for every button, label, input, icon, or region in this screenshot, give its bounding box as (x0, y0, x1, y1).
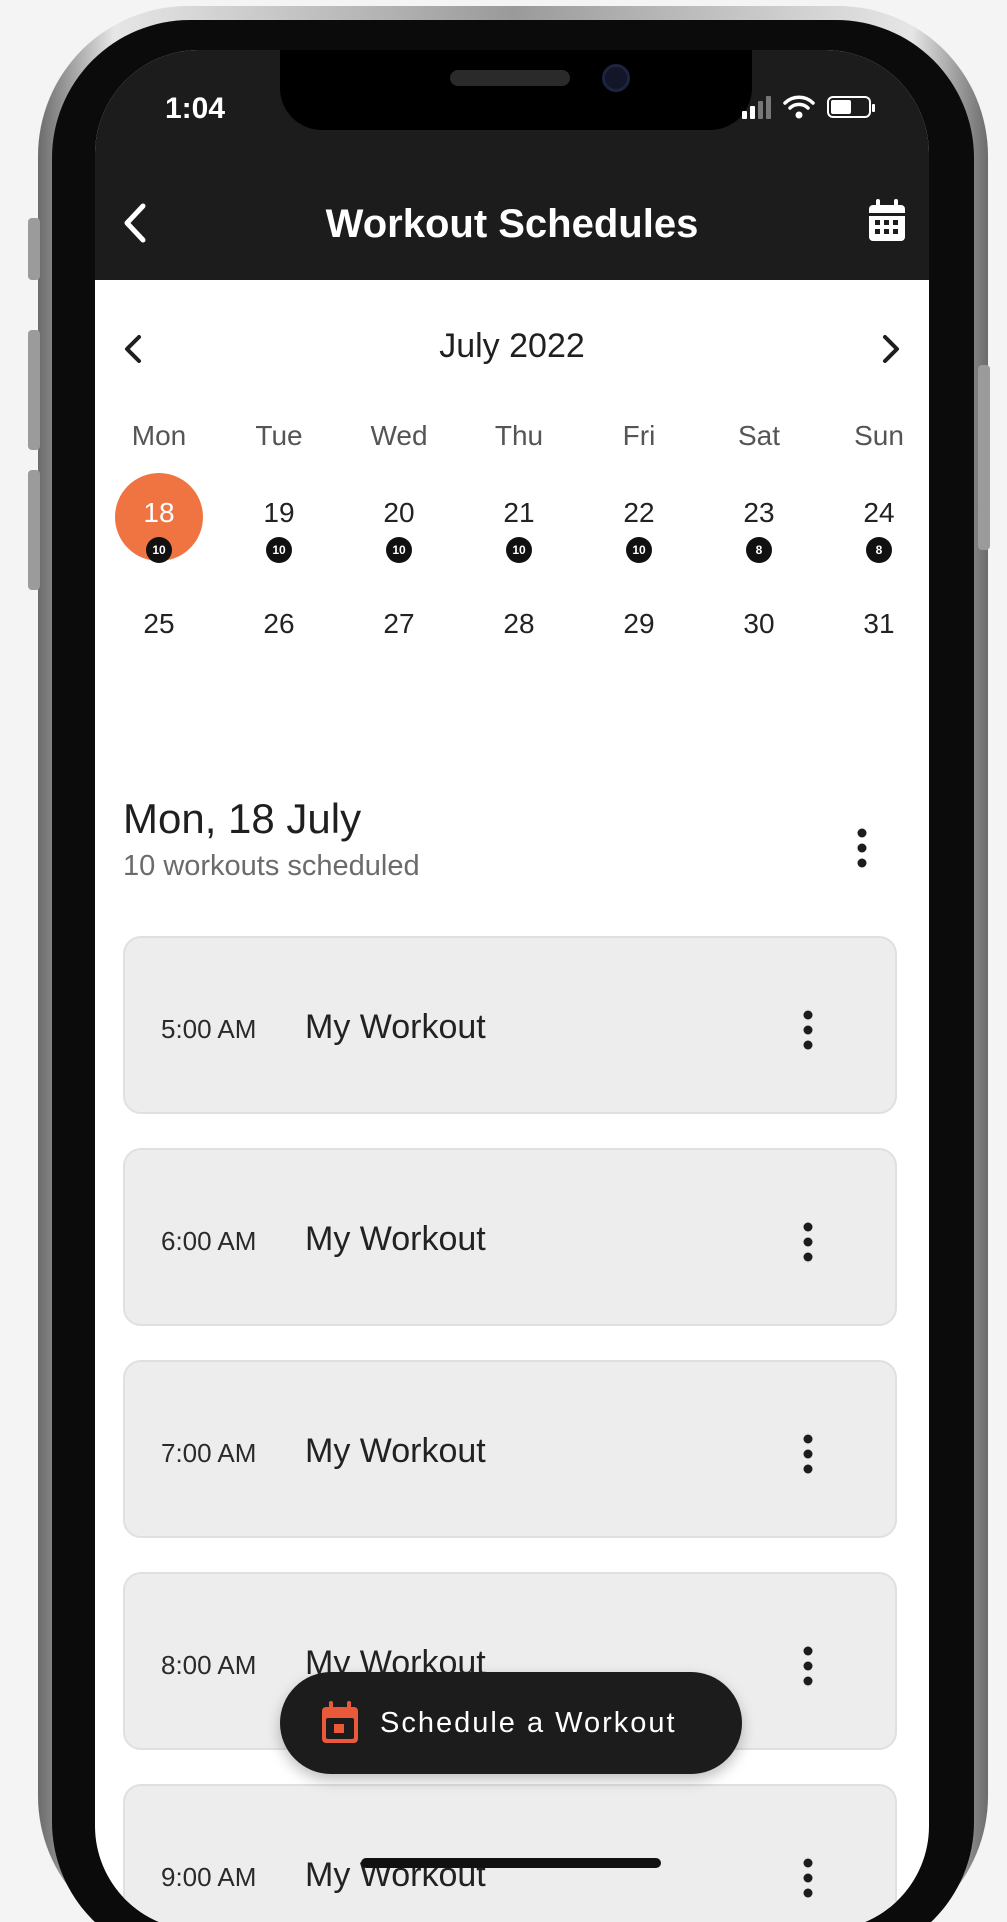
selected-day-title: Mon, 18 July (123, 795, 362, 842)
calendar-day[interactable]: 18 (99, 497, 219, 529)
weekday-label: Fri (622, 420, 656, 451)
speaker (450, 70, 570, 86)
cellular-signal-icon (742, 95, 771, 119)
workout-time: 6:00 AM (161, 1226, 257, 1256)
workout-card[interactable]: 9:00 AM My Workout (123, 1784, 897, 1922)
calendar-day[interactable]: 19 (219, 497, 339, 529)
workout-count-badge: 8 (866, 537, 892, 563)
wifi-icon (783, 95, 815, 119)
calendar-day[interactable]: 28 (459, 608, 579, 640)
mute-switch (28, 218, 40, 280)
schedule-workout-button[interactable]: Schedule a Workout (280, 1672, 742, 1774)
battery-icon (827, 96, 875, 118)
workout-card[interactable]: 7:00 AM My Workout (123, 1360, 897, 1538)
workout-card[interactable]: 6:00 AM My Workout (123, 1148, 897, 1326)
workout-card[interactable]: 5:00 AM My Workout (123, 936, 897, 1114)
workout-time: 9:00 AM (161, 1862, 257, 1892)
workout-name: My Workout (305, 1008, 486, 1046)
workout-options-kebab-icon[interactable] (801, 1008, 815, 1052)
workout-options-kebab-icon[interactable] (801, 1220, 815, 1264)
workout-time: 8:00 AM (161, 1650, 257, 1680)
workout-count-subtitle: 10 workouts scheduled (123, 850, 420, 882)
calendar-day[interactable]: 22 (579, 497, 699, 529)
next-month-chevron-icon[interactable] (875, 331, 905, 367)
workout-count-badge: 10 (266, 537, 292, 563)
calendar-day[interactable]: 23 (699, 497, 819, 529)
workout-name: My Workout (305, 1432, 486, 1470)
weekday-label: Wed (370, 420, 428, 451)
front-camera (602, 64, 630, 92)
month-label: July 2022 (439, 327, 585, 365)
schedule-workout-label: Schedule a Workout (380, 1706, 677, 1739)
calendar-day[interactable]: 25 (99, 608, 219, 640)
volume-down-button (28, 470, 40, 590)
workout-count-badge: 8 (746, 537, 772, 563)
workout-count-badge: 10 (386, 537, 412, 563)
calendar-day[interactable]: 24 (819, 497, 929, 529)
home-indicator[interactable] (361, 1858, 661, 1868)
weekday-label: Sat (737, 420, 781, 451)
calendar-icon[interactable] (865, 196, 909, 246)
calendar-day[interactable]: 21 (459, 497, 579, 529)
calendar-day[interactable]: 20 (339, 497, 459, 529)
month-navigation: July 2022 (95, 325, 929, 375)
calendar-day[interactable]: 26 (219, 608, 339, 640)
notch (280, 50, 752, 130)
workout-options-kebab-icon[interactable] (801, 1856, 815, 1900)
workout-count-badge: 10 (506, 537, 532, 563)
status-indicators (742, 94, 875, 120)
calendar-day[interactable]: 30 (699, 608, 819, 640)
page-title: Workout Schedules (325, 202, 699, 246)
power-button (978, 365, 990, 550)
workout-count-badge: 10 (146, 537, 172, 563)
weekday-label: Thu (494, 420, 544, 451)
weekday-label: Mon (131, 420, 187, 451)
volume-up-button (28, 330, 40, 450)
workout-time: 7:00 AM (161, 1438, 257, 1468)
workout-count-badge: 10 (626, 537, 652, 563)
calendar-day[interactable]: 31 (819, 608, 929, 640)
workout-options-kebab-icon[interactable] (801, 1644, 815, 1688)
workout-options-kebab-icon[interactable] (801, 1432, 815, 1476)
weekday-label: Sun (854, 420, 904, 451)
status-time: 1:04 (165, 92, 226, 125)
app-header: 1:04 Workout Schedules (95, 50, 929, 280)
day-options-kebab-icon[interactable] (855, 826, 869, 870)
workout-name: My Workout (305, 1220, 486, 1258)
calendar-icon (322, 1701, 358, 1743)
calendar-day[interactable]: 27 (339, 608, 459, 640)
workout-time: 5:00 AM (161, 1014, 257, 1044)
app-screen: 1:04 Workout Schedules July 2022 Mon Tue… (95, 50, 929, 1922)
calendar-day[interactable]: 29 (579, 608, 699, 640)
weekday-label: Tue (255, 420, 303, 451)
